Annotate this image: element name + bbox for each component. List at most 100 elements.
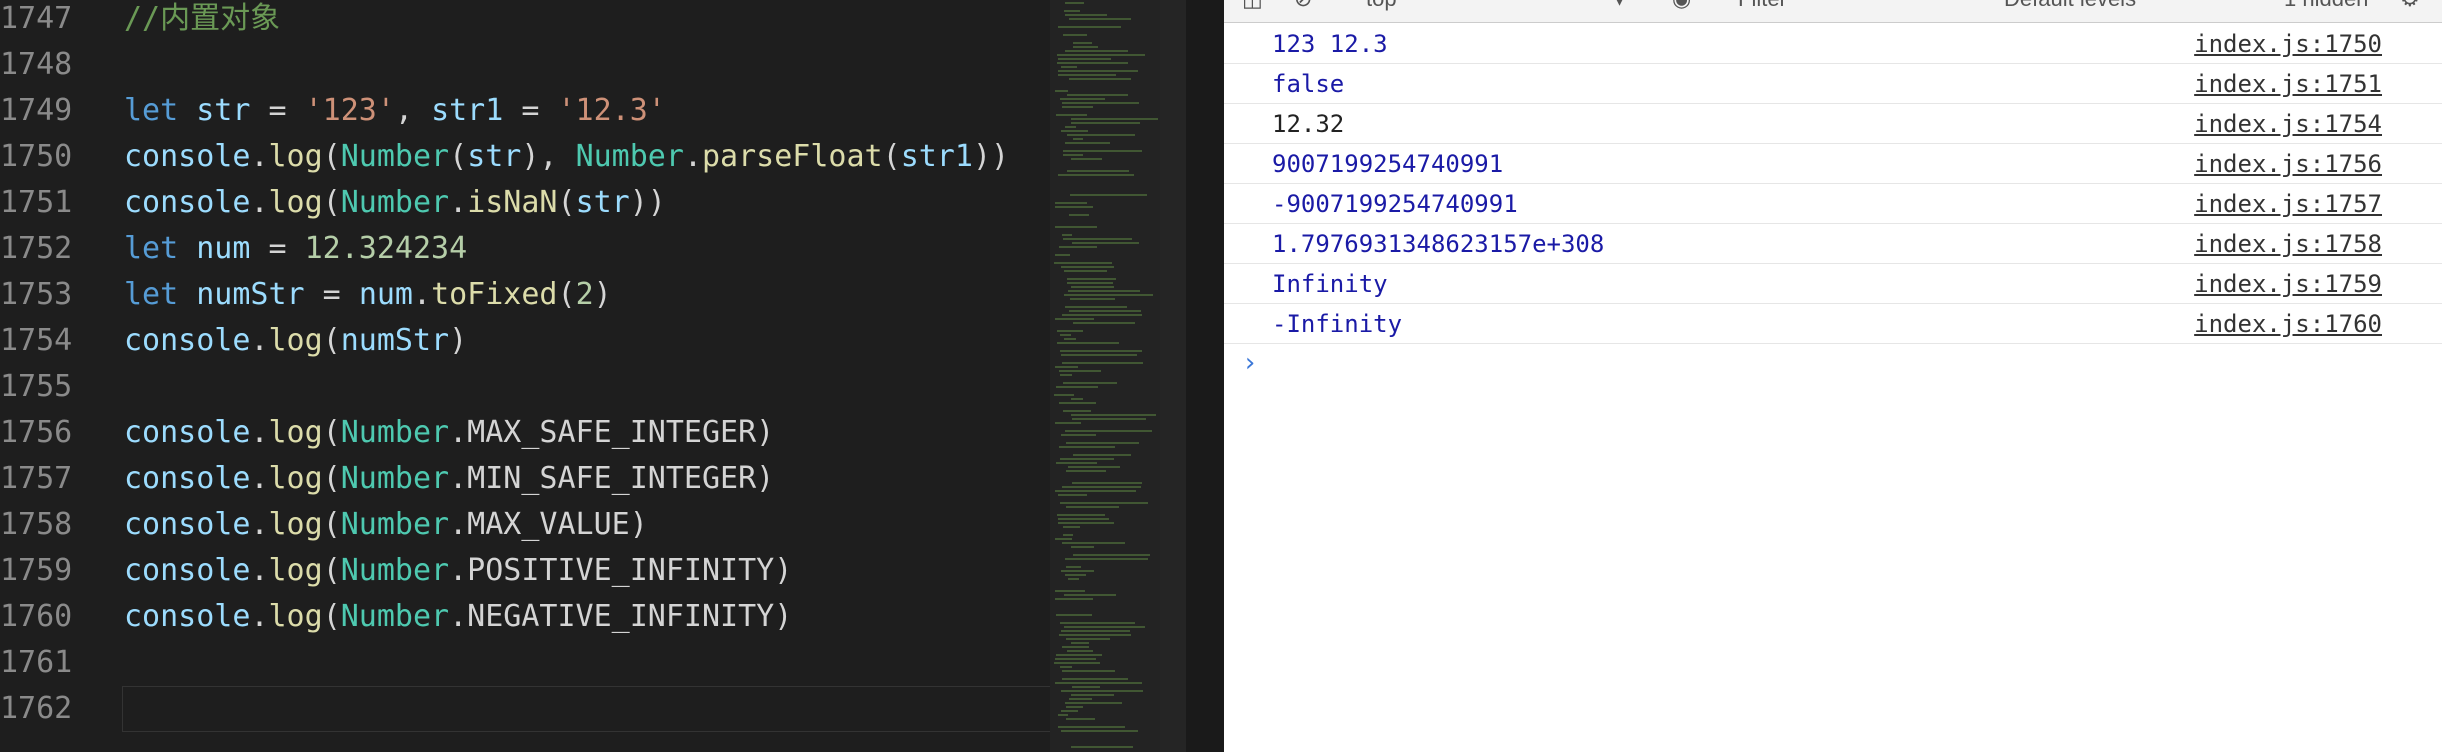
minimap-line [1058,26,1121,28]
code-line[interactable]: 1749 let str = '123', str1 = '12.3' [0,88,1050,134]
line-number: 1748 [0,47,73,82]
code-editor[interactable]: 1747 //内置对象 1748 1749 let str = '123', str1 … [0,0,1186,752]
code-text[interactable]: let str = '123', str1 = '12.3' [124,88,666,134]
minimap-line [1069,310,1141,312]
minimap-line [1061,690,1143,692]
code-text[interactable]: console.log(numStr) [124,318,467,364]
code-text[interactable]: console.log(Number.MIN_SAFE_INTEGER) [124,456,774,502]
minimap-line [1054,262,1112,264]
console-message: -9007199254740991 index.js:1757 [1224,184,2442,224]
console-message: false index.js:1751 [1224,64,2442,104]
minimap-line [1057,342,1119,344]
code-line[interactable]: 1748 [0,42,1050,88]
code-line[interactable]: 1753 let numStr = num.toFixed(2) [0,272,1050,318]
live-expression-icon[interactable]: ◉ [1672,0,1691,12]
code-token: num [196,231,251,266]
minimap-line [1071,546,1094,548]
minimap-line [1063,238,1132,240]
console-value: false [1272,70,1345,98]
minimap-line [1067,282,1113,284]
code-token: ( [322,185,341,220]
code-text[interactable]: //内置对象 [124,0,280,42]
code-line[interactable]: 1752 let num = 12.324234 [0,226,1050,272]
minimap-line [1057,330,1083,332]
minimap-line [1054,662,1100,664]
source-link[interactable]: index.js:1758 [2194,229,2382,259]
source-link[interactable]: index.js:1760 [2194,309,2382,339]
code-token: ( [882,139,901,174]
editor-scrollbar[interactable] [1160,0,1186,752]
minimap-line [1067,278,1116,280]
code-line[interactable]: 1747 //内置对象 [0,0,1050,42]
source-link[interactable]: index.js:1757 [2194,189,2382,219]
console-value: 9007199254740991 [1272,150,1504,178]
code-token: . [250,139,269,174]
source-link[interactable]: index.js:1759 [2194,269,2382,299]
source-link[interactable]: index.js:1754 [2194,109,2382,139]
minimap-line [1055,538,1072,540]
minimap-line [1073,46,1098,48]
code-token: Number [340,415,450,450]
minimap-line [1061,730,1138,732]
code-token: log [268,553,323,588]
context-selector[interactable]: top [1366,0,1397,12]
sidebar-toggle-icon[interactable]: ◫ [1242,0,1263,12]
code-line[interactable]: 1755 [0,364,1050,410]
minimap-line [1058,70,1138,72]
log-levels-dropdown[interactable]: Default levels [2004,0,2136,12]
console-value: 123 12.3 [1272,30,1388,58]
code-token: isNaN [467,185,558,220]
code-line[interactable]: 1751 console.log(Number.isNaN(str)) [0,180,1050,226]
hidden-count: 1 hidden [2284,0,2368,12]
panel-divider[interactable] [1186,0,1226,752]
code-line[interactable]: 1761 [0,640,1050,686]
source-link[interactable]: index.js:1756 [2194,149,2382,179]
minimap-line [1065,430,1152,432]
code-text[interactable]: console.log(Number.isNaN(str)) [124,180,666,226]
line-number: 1755 [0,369,73,404]
minimap-line [1071,122,1140,124]
minimap-line [1065,142,1110,144]
code-text[interactable]: let numStr = num.toFixed(2) [124,272,612,318]
code-token: )) [972,139,1010,174]
minimap-line [1055,318,1094,320]
code-line[interactable]: 1757 console.log(Number.MIN_SAFE_INTEGER) [0,456,1050,502]
minimap-line [1062,670,1115,672]
code-token: ( [322,415,341,450]
code-token: Number [340,507,450,542]
minimap-line [1062,678,1128,680]
minimap-line [1061,570,1094,572]
code-line[interactable]: 1756 console.log(Number.MAX_SAFE_INTEGER) [0,410,1050,456]
code-text[interactable]: console.log(Number.MAX_VALUE) [124,502,648,548]
minimap-line [1060,622,1135,624]
minimap-line [1064,626,1145,628]
code-text[interactable]: console.log(Number.POSITIVE_INFINITY) [124,548,792,594]
console-prompt[interactable]: › [1242,348,1258,378]
line-number: 1758 [0,507,73,542]
source-link[interactable]: index.js:1750 [2194,29,2382,59]
code-line[interactable]: 1760 console.log(Number.NEGATIVE_INFINITY… [0,594,1050,640]
minimap-line [1062,314,1142,316]
code-text[interactable]: console.log(Number.MAX_SAFE_INTEGER) [124,410,774,456]
code-line[interactable]: 1754 console.log(numStr) [0,318,1050,364]
console-toolbar: ◫ ⊘ top ▾ ◉ Filter Default levels 1 hidd… [1224,0,2442,23]
code-token: . [250,323,269,358]
clear-console-icon[interactable]: ⊘ [1294,0,1312,12]
code-line[interactable]: 1750 console.log(Number(str), Number.pars… [0,134,1050,180]
code-line[interactable]: 1758 console.log(Number.MAX_VALUE) [0,502,1050,548]
code-line[interactable]: 1759 console.log(Number.POSITIVE_INFINITY… [0,548,1050,594]
minimap-line [1072,418,1146,420]
code-line[interactable]: 1762 [0,686,1050,732]
source-link[interactable]: index.js:1751 [2194,69,2382,99]
console-value: -9007199254740991 [1272,190,1518,218]
minimap[interactable] [1050,0,1160,752]
code-text[interactable]: let num = 12.324234 [124,226,467,272]
code-text[interactable]: console.log(Number(str), Number.parseFlo… [124,134,1009,180]
minimap-line [1073,42,1092,44]
settings-gear-icon[interactable]: ⚙ [2400,0,2420,12]
chevron-down-icon[interactable]: ▾ [1614,0,1625,12]
code-token: . [250,415,269,450]
code-text[interactable]: console.log(Number.NEGATIVE_INFINITY) [124,594,792,640]
filter-input[interactable]: Filter [1738,0,1787,12]
minimap-line [1071,414,1156,416]
